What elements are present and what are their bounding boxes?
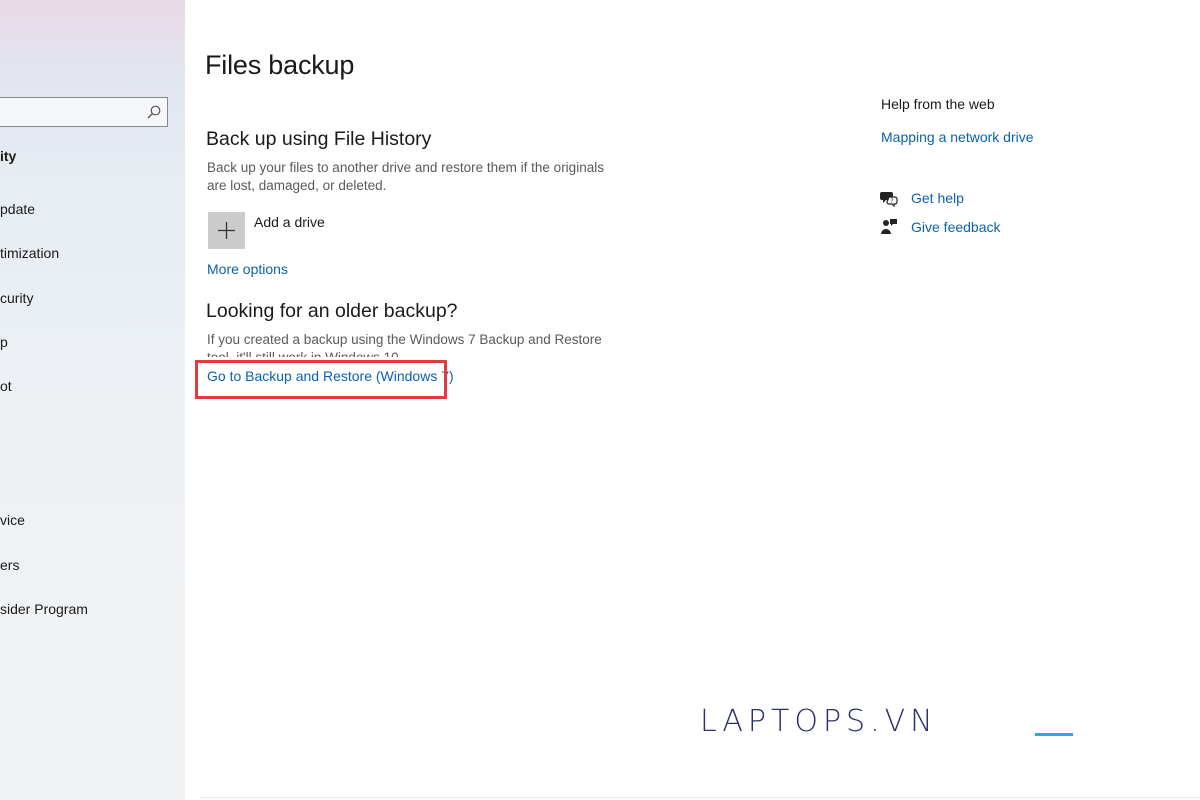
give-feedback-link[interactable]: Give feedback (911, 219, 1001, 235)
older-backup-description: If you created a backup using the Window… (207, 332, 602, 357)
watermark-accent-underline (1035, 733, 1073, 736)
add-drive-label[interactable]: Add a drive (254, 214, 325, 230)
sidebar-item-find-my-device[interactable]: vice (0, 512, 25, 528)
settings-sidebar: ity pdate timization curity p ot vice er… (0, 0, 185, 800)
get-help-link[interactable]: Get help (911, 190, 964, 206)
sidebar-item-windows-update[interactable]: pdate (0, 201, 35, 217)
chat-help-icon: ? (880, 192, 898, 207)
search-icon[interactable] (146, 104, 162, 120)
plus-icon (218, 222, 235, 239)
sidebar-item-insider-program[interactable]: sider Program (0, 601, 88, 617)
sidebar-item-troubleshoot[interactable]: ot (0, 378, 12, 394)
sidebar-item-windows-security[interactable]: curity (0, 290, 33, 306)
main-content: Files backup Back up using File History … (185, 0, 1200, 800)
highlight-annotation-box (195, 360, 447, 399)
laptops-vn-watermark-logo: LAPTOPS.VN (700, 704, 938, 739)
older-backup-heading: Looking for an older backup? (206, 300, 458, 322)
bottom-divider (200, 797, 1200, 798)
person-feedback-icon (881, 219, 897, 234)
add-drive-button[interactable] (208, 212, 245, 249)
file-history-description: Back up your files to another drive and … (207, 160, 604, 193)
sidebar-item-backup[interactable]: p (0, 334, 8, 350)
help-from-web-heading: Help from the web (881, 96, 995, 112)
settings-search-input[interactable] (3, 102, 147, 124)
page-title: Files backup (205, 50, 355, 80)
svg-text:?: ? (890, 198, 893, 205)
sidebar-item-update-security[interactable]: ity (0, 148, 16, 164)
sidebar-item-for-developers[interactable]: ers (0, 557, 19, 573)
sidebar-item-delivery-optimization[interactable]: timization (0, 245, 59, 261)
settings-search-box[interactable] (0, 97, 168, 127)
file-history-heading: Back up using File History (206, 128, 432, 150)
svg-text:LAPTOPS.VN: LAPTOPS.VN (700, 704, 938, 739)
more-options-link[interactable]: More options (207, 261, 288, 277)
mapping-network-drive-link[interactable]: Mapping a network drive (881, 129, 1034, 145)
